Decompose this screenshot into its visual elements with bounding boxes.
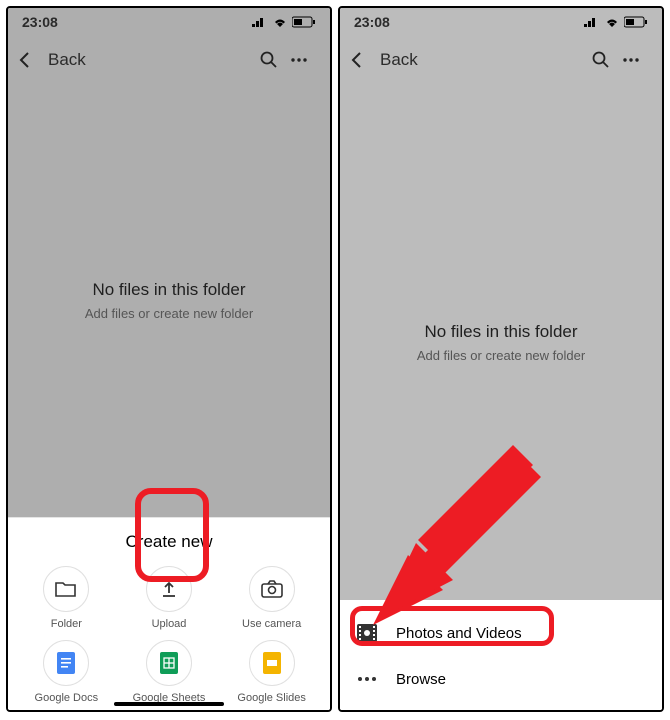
film-icon [356, 623, 378, 643]
upload-browse-label: Browse [396, 671, 446, 688]
empty-subtitle: Add files or create new folder [417, 348, 585, 363]
create-docs-label: Google Docs [35, 692, 99, 704]
slides-icon [249, 640, 295, 686]
wifi-icon [272, 16, 288, 28]
create-docs[interactable]: Google Docs [18, 640, 115, 704]
home-indicator [114, 702, 224, 706]
empty-title: No files in this folder [92, 280, 245, 300]
battery-icon [624, 16, 648, 28]
camera-icon [249, 566, 295, 612]
empty-state: No files in this folder Add files or cre… [340, 84, 662, 600]
create-camera-label: Use camera [242, 618, 301, 630]
back-label[interactable]: Back [48, 50, 86, 70]
create-folder[interactable]: Folder [18, 566, 115, 630]
more-icon[interactable] [290, 51, 320, 69]
cellular-icon [252, 17, 268, 27]
phone-screen-left: 23:08 Back [6, 6, 332, 712]
docs-icon [43, 640, 89, 686]
create-camera[interactable]: Use camera [223, 566, 320, 630]
status-bar: 23:08 [8, 8, 330, 36]
sheets-icon [146, 640, 192, 686]
battery-icon [292, 16, 316, 28]
upload-photos-label: Photos and Videos [396, 625, 522, 642]
sheet-title: Create new [18, 532, 320, 552]
upload-menu: Photos and Videos Browse [340, 600, 662, 710]
create-upload[interactable]: Upload [121, 566, 218, 630]
empty-title: No files in this folder [424, 322, 577, 342]
create-folder-label: Folder [51, 618, 82, 630]
upload-icon [146, 566, 192, 612]
more-icon[interactable] [622, 51, 652, 69]
phone-screen-right: 23:08 Back [338, 6, 664, 712]
create-upload-label: Upload [152, 618, 187, 630]
app-header: Back [340, 36, 662, 84]
wifi-icon [604, 16, 620, 28]
status-time: 23:08 [22, 14, 58, 30]
back-label[interactable]: Back [380, 50, 418, 70]
app-header: Back [8, 36, 330, 84]
create-slides-label: Google Slides [237, 692, 306, 704]
create-slides[interactable]: Google Slides [223, 640, 320, 704]
create-sheet: Create new Folder Upload [8, 517, 330, 710]
cellular-icon [584, 17, 600, 27]
more-icon [356, 670, 378, 688]
upload-browse[interactable]: Browse [340, 656, 662, 702]
upload-photos-videos[interactable]: Photos and Videos [340, 610, 662, 656]
status-time: 23:08 [354, 14, 390, 30]
back-icon[interactable] [18, 51, 48, 69]
search-icon[interactable] [592, 51, 622, 69]
status-bar: 23:08 [340, 8, 662, 36]
empty-subtitle: Add files or create new folder [85, 306, 253, 321]
create-sheets[interactable]: Google Sheets [121, 640, 218, 704]
folder-icon [43, 566, 89, 612]
search-icon[interactable] [260, 51, 290, 69]
empty-state: No files in this folder Add files or cre… [8, 84, 330, 517]
back-icon[interactable] [350, 51, 380, 69]
